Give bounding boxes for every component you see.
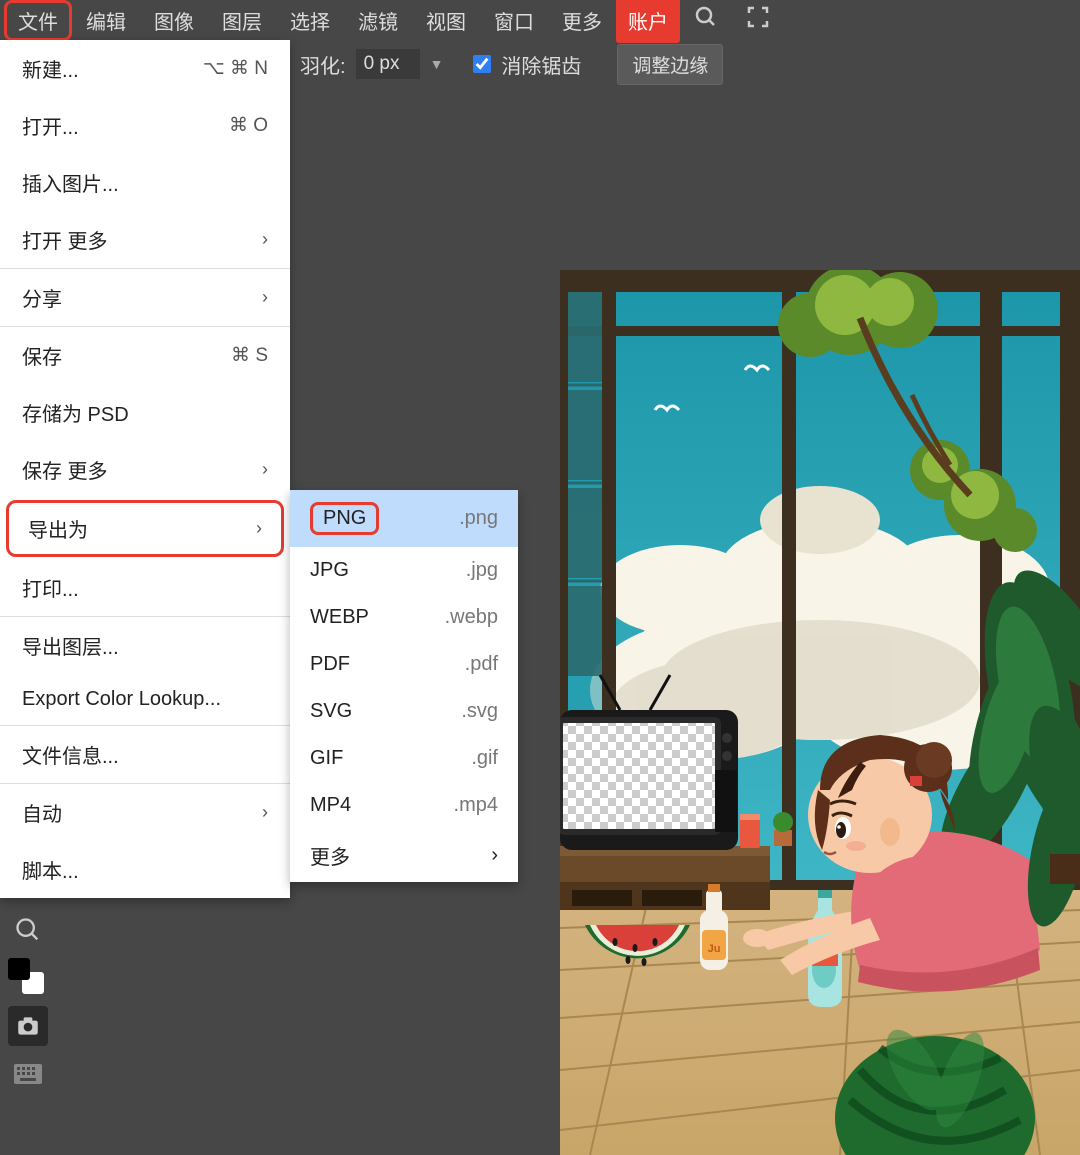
menu-select[interactable]: 选择	[276, 0, 344, 41]
file-save[interactable]: 保存⌘ S	[0, 327, 290, 384]
camera-tool-icon[interactable]	[8, 1006, 48, 1046]
file-script[interactable]: 脚本...	[0, 841, 290, 898]
export-gif[interactable]: GIF.gif	[290, 735, 518, 782]
menu-layer[interactable]: 图层	[208, 0, 276, 41]
file-auto[interactable]: 自动›	[0, 784, 290, 841]
foreground-color-swatch[interactable]	[8, 958, 30, 980]
export-webp[interactable]: WEBP.webp	[290, 594, 518, 641]
menu-more[interactable]: 更多	[548, 0, 616, 41]
chevron-right-icon: ›	[262, 229, 268, 250]
menu-filter[interactable]: 滤镜	[344, 0, 412, 41]
file-menu: 新建...⌥ ⌘ N 打开...⌘ O 插入图片... 打开 更多› 分享› 保…	[0, 40, 290, 898]
svg-text:Ju: Ju	[708, 943, 721, 955]
file-open-more[interactable]: 打开 更多›	[0, 211, 290, 268]
menubar: 文件 编辑 图像 图层 选择 滤镜 视图 窗口 更多 账户	[0, 0, 1080, 40]
toolbox	[0, 904, 56, 1100]
export-mp4[interactable]: MP4.mp4	[290, 782, 518, 829]
file-new[interactable]: 新建...⌥ ⌘ N	[0, 40, 290, 97]
menu-view[interactable]: 视图	[412, 0, 480, 41]
export-png[interactable]: PNG.png	[290, 490, 518, 547]
file-share[interactable]: 分享›	[0, 269, 290, 326]
export-jpg[interactable]: JPG.jpg	[290, 547, 518, 594]
file-info[interactable]: 文件信息...	[0, 726, 290, 783]
menu-edit[interactable]: 编辑	[72, 0, 140, 41]
menu-image[interactable]: 图像	[140, 0, 208, 41]
file-save-psd[interactable]: 存储为 PSD	[0, 384, 290, 441]
menu-window[interactable]: 窗口	[480, 0, 548, 41]
chevron-right-icon: ›	[262, 802, 268, 823]
zoom-tool-icon[interactable]	[8, 910, 48, 950]
file-open[interactable]: 打开...⌘ O	[0, 97, 290, 154]
chevron-right-icon: ›	[256, 518, 262, 539]
canvas-image: Ju	[560, 270, 1080, 1155]
export-svg[interactable]: SVG.svg	[290, 688, 518, 735]
feather-input[interactable]	[356, 49, 420, 79]
menu-file[interactable]: 文件	[4, 0, 72, 41]
export-submenu: PNG.png JPG.jpg WEBP.webp PDF.pdf SVG.sv…	[290, 490, 518, 882]
color-swatch[interactable]	[8, 958, 48, 998]
file-export-as[interactable]: 导出为›	[6, 500, 284, 557]
chevron-right-icon: ›	[262, 459, 268, 480]
chevron-right-icon: ›	[491, 844, 498, 867]
keyboard-icon[interactable]	[8, 1054, 48, 1094]
feather-label: 羽化:	[300, 50, 346, 79]
file-export-layers[interactable]: 导出图层...	[0, 617, 290, 674]
file-save-more[interactable]: 保存 更多›	[0, 441, 290, 498]
export-more[interactable]: 更多›	[290, 829, 518, 882]
export-pdf[interactable]: PDF.pdf	[290, 641, 518, 688]
fullscreen-icon[interactable]	[732, 0, 784, 41]
chevron-right-icon: ›	[262, 287, 268, 308]
adjust-edge-button[interactable]: 调整边缘	[617, 44, 723, 85]
file-print[interactable]: 打印...	[0, 559, 290, 616]
file-insert-image[interactable]: 插入图片...	[0, 154, 290, 211]
menu-account[interactable]: 账户	[616, 0, 680, 43]
antialias-label: 消除锯齿	[501, 50, 581, 79]
file-export-color-lookup[interactable]: Export Color Lookup...	[0, 674, 290, 725]
search-icon[interactable]	[680, 0, 732, 41]
antialias-checkbox[interactable]	[473, 55, 491, 73]
dropdown-icon[interactable]: ▼	[430, 56, 444, 72]
